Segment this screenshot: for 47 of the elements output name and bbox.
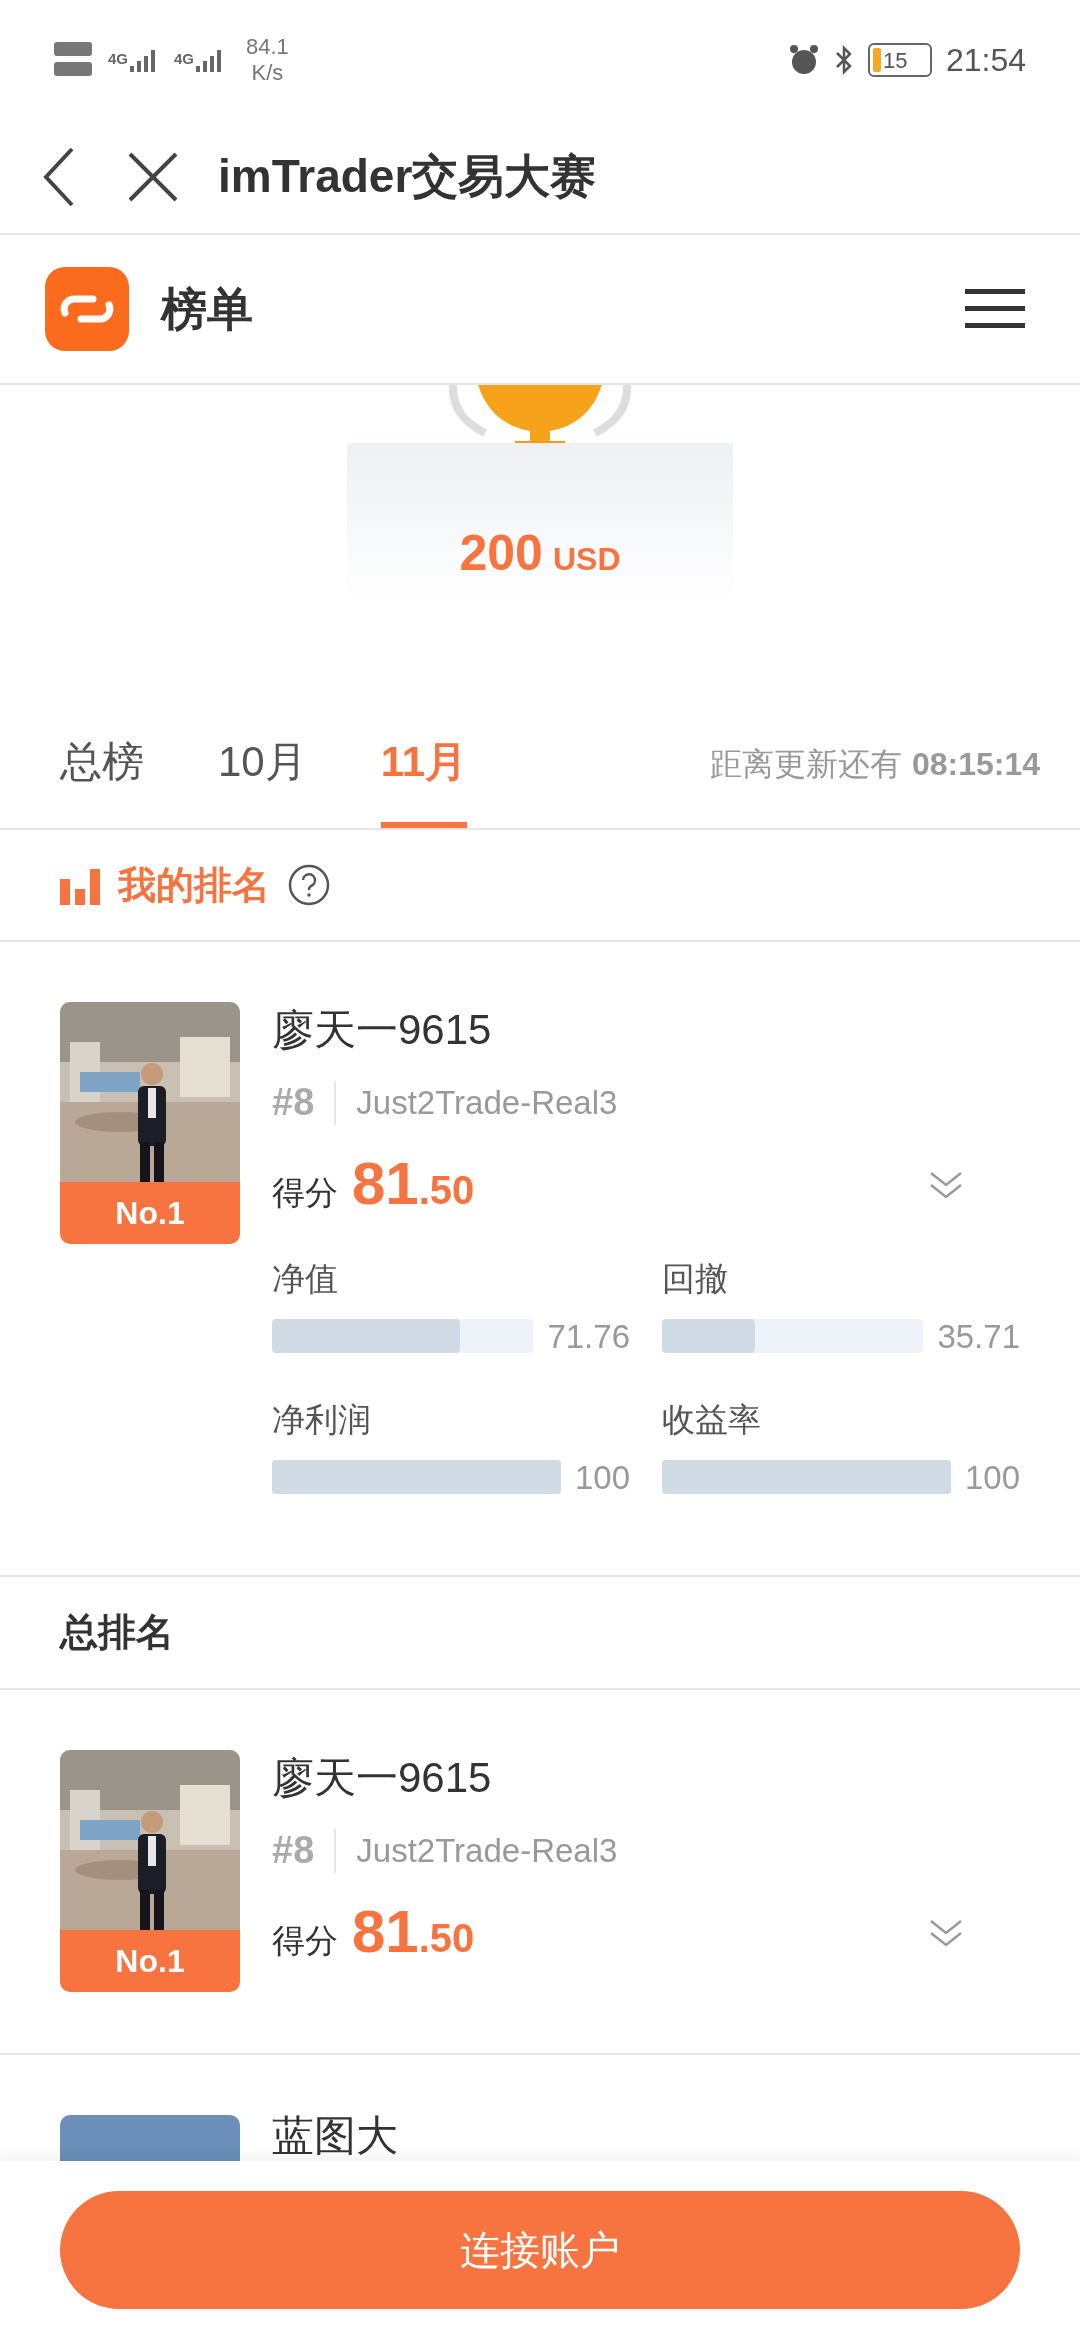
- metric-value: 100: [574, 1457, 630, 1498]
- user-name: 蓝图大: [272, 2111, 398, 2161]
- rank-badge: No.1: [60, 1182, 240, 1244]
- broker-rank: #8: [272, 1828, 315, 1873]
- prize-currency: USD: [552, 540, 621, 579]
- metric-value: 35.71: [937, 1316, 1020, 1357]
- score-decimal: .50: [418, 1915, 475, 1962]
- double-chevron-icon[interactable]: [928, 1917, 964, 1948]
- countdown-time: 08:15:14: [911, 745, 1040, 784]
- broker-account: Just2Trade-Real3: [356, 1082, 618, 1123]
- network-speed: 84.1: [246, 34, 289, 60]
- close-icon[interactable]: [128, 151, 178, 202]
- month-tab[interactable]: 总榜: [60, 700, 144, 828]
- score-label: 得分: [272, 1173, 338, 1213]
- menu-icon[interactable]: [965, 289, 1025, 329]
- double-chevron-icon[interactable]: [928, 1169, 964, 1200]
- back-icon[interactable]: [42, 146, 76, 207]
- window-title: imTrader交易大赛: [218, 149, 597, 204]
- score-decimal: .50: [418, 1167, 475, 1214]
- user-name: 廖天一9615: [272, 1005, 493, 1055]
- clock: 21:54: [945, 41, 1026, 80]
- bluetooth-icon: [833, 44, 854, 76]
- metric-label: 回撤: [662, 1259, 729, 1299]
- user-name: 廖天一9615: [272, 1753, 493, 1803]
- score-value: 81: [352, 1897, 419, 1967]
- broker-rank: #8: [272, 1080, 315, 1125]
- section-title: 我的排名: [118, 862, 270, 908]
- month-tab[interactable]: 10月: [218, 700, 307, 828]
- network-type: 4G: [108, 49, 128, 69]
- countdown-label: 距离更新还有: [709, 745, 902, 784]
- score-value: 81: [352, 1149, 419, 1219]
- battery-indicator: 15: [867, 43, 932, 77]
- rank-badge: No.1: [60, 1930, 240, 1992]
- page-title: 榜单: [161, 281, 254, 337]
- metric-value: 71.76: [547, 1316, 630, 1357]
- metric-label: 收益率: [662, 1400, 762, 1440]
- network-type: 4G: [174, 49, 195, 69]
- section-title: 总排名: [60, 1610, 174, 1655]
- help-icon[interactable]: [288, 864, 330, 906]
- metric-label: 净利润: [272, 1400, 372, 1440]
- score-label: 得分: [272, 1921, 338, 1961]
- metric-label: 净值: [272, 1259, 339, 1299]
- app-logo-icon: [45, 267, 129, 351]
- metric-value: 100: [964, 1457, 1020, 1498]
- prize-amount: 200: [459, 524, 543, 583]
- speed-unit: K/s: [251, 60, 284, 86]
- broker-account: Just2Trade-Real3: [356, 1830, 618, 1871]
